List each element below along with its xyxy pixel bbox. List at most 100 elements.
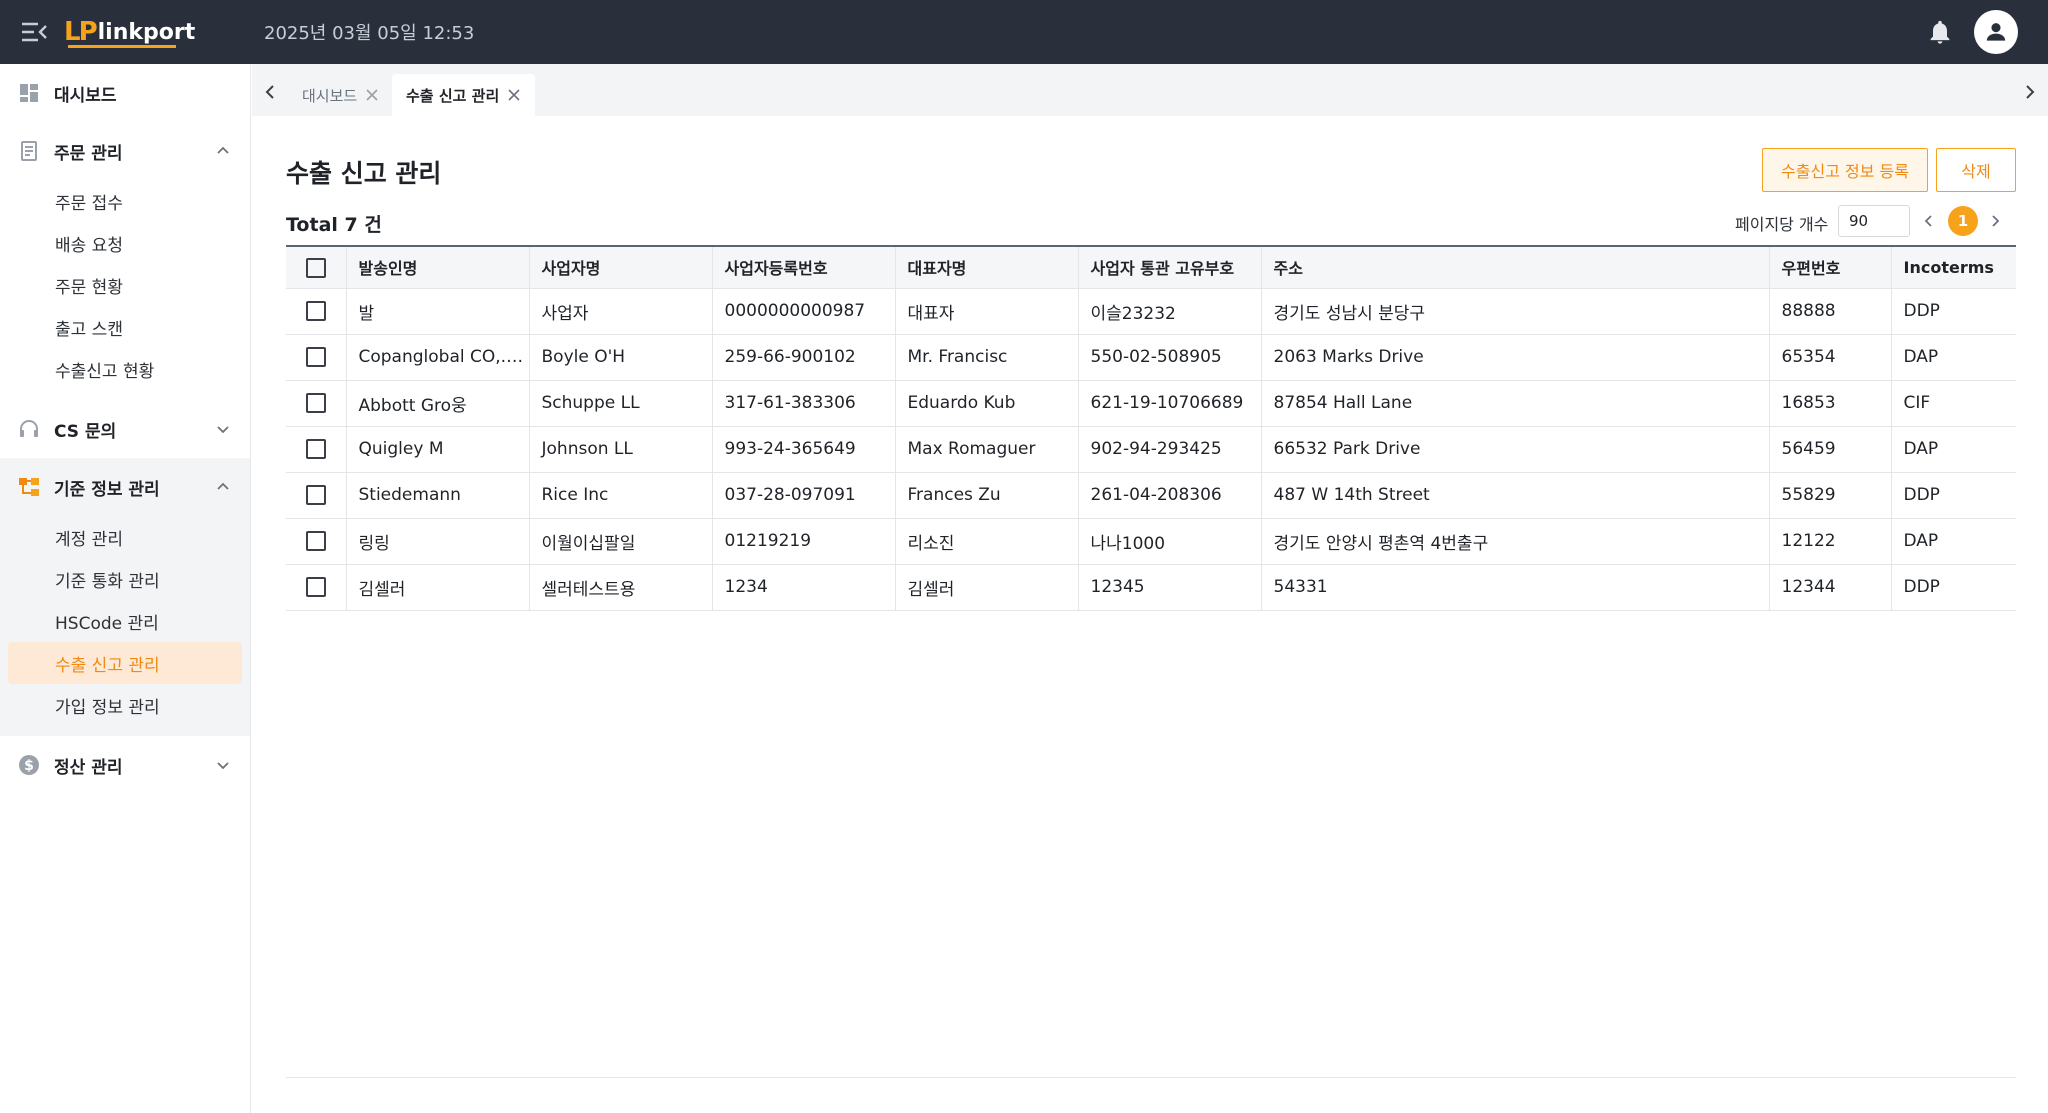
- register-export-declaration-button[interactable]: 수출신고 정보 등록: [1762, 148, 1928, 192]
- sidebar-item-account-management[interactable]: 계정 관리: [8, 516, 242, 558]
- row-checkbox[interactable]: [305, 439, 326, 459]
- sidebar-item-order-receipt[interactable]: 주문 접수: [8, 180, 242, 222]
- chevron-left-icon[interactable]: [1920, 212, 1938, 230]
- sidebar-item-export-declaration-management[interactable]: 수출 신고 관리: [8, 642, 242, 684]
- chevron-up-icon: [217, 146, 229, 154]
- cell-representative: 김셀러: [895, 564, 1079, 610]
- logo-underline: [68, 45, 176, 48]
- cell-representative: 리소진: [895, 518, 1079, 564]
- table-row[interactable]: 발 사업자 0000000000987 대표자 이슬23232 경기도 성남시 분당구 88…: [286, 288, 2016, 334]
- row-checkbox[interactable]: [305, 531, 326, 551]
- export-declaration-table: 발송인명 사업자명 사업자등록번호 대표자명 사업자 통관 고유부호 주소 우편…: [286, 245, 2016, 611]
- cell-business-name: Rice Inc: [529, 472, 713, 518]
- sidebar-item-cs-inquiry[interactable]: CS 문의: [0, 400, 250, 458]
- table-row[interactable]: 김셀러 셀러테스트용 1234 김셀러 12345 54331 12344 DDP: [286, 564, 2016, 610]
- cell-address: 487 W 14th Street: [1261, 472, 1770, 518]
- row-checkbox[interactable]: [305, 577, 326, 597]
- sidebar-item-outbound-scan[interactable]: 출고 스캔: [8, 306, 242, 348]
- total-count: Total 7 건: [286, 214, 382, 236]
- row-checkbox[interactable]: [305, 485, 326, 505]
- sidebar-item-dashboard[interactable]: 대시보드: [0, 64, 250, 122]
- delete-button[interactable]: 삭제: [1936, 148, 2016, 192]
- menu-collapse-icon[interactable]: [20, 18, 48, 46]
- page-size-input[interactable]: 90: [1838, 205, 1910, 237]
- page-number-current[interactable]: 1: [1948, 206, 1978, 236]
- sidebar-item-order-management[interactable]: 주문 관리: [0, 122, 250, 180]
- linkport-logo[interactable]: LP linkport: [64, 14, 195, 50]
- cell-business-reg-number: 317-61-383306: [712, 380, 896, 426]
- select-all-checkbox[interactable]: [305, 257, 326, 278]
- close-icon[interactable]: [365, 88, 379, 102]
- cell-customs-code: 621-19-10706689: [1078, 380, 1262, 426]
- cell-postal-code: 12122: [1769, 518, 1892, 564]
- row-checkbox-cell: [286, 288, 347, 334]
- column-header-sender: 발송인명: [346, 246, 530, 289]
- current-datetime: 2025년 03월 05일 12:53: [264, 23, 475, 44]
- chevron-right-icon[interactable]: [1986, 212, 2004, 230]
- tab-label: 수출 신고 관리: [406, 86, 500, 105]
- table-row[interactable]: Quigley M Johnson LL 993-24-365649 Max Roma…: [286, 426, 2016, 472]
- cell-postal-code: 55829: [1769, 472, 1892, 518]
- cell-business-reg-number: 01219219: [712, 518, 896, 564]
- main-content: 대시보드 수출 신고 관리 수출 신고 관리 수출신고 정보 등록 삭제 Tot…: [252, 64, 2048, 1113]
- column-header-customs-code: 사업자 통관 고유부호: [1078, 246, 1262, 289]
- logo-mark: LP: [64, 17, 98, 47]
- table-row[interactable]: Abbott Gro웅 Schuppe LL 317-61-383306 Eduard…: [286, 380, 2016, 426]
- sidebar-item-export-declaration-status[interactable]: 수출신고 현황: [8, 348, 242, 390]
- cell-business-reg-number: 993-24-365649: [712, 426, 896, 472]
- user-avatar[interactable]: [1974, 10, 2018, 54]
- sidebar-item-signup-info-management[interactable]: 가입 정보 관리: [8, 684, 242, 726]
- cell-postal-code: 16853: [1769, 380, 1892, 426]
- cell-address: 66532 Park Drive: [1261, 426, 1770, 472]
- cell-sender: 발: [346, 288, 530, 334]
- top-bar: LP linkport 2025년 03월 05일 12:53: [0, 0, 2048, 64]
- cell-business-name: Schuppe LL: [529, 380, 713, 426]
- cell-address: 87854 Hall Lane: [1261, 380, 1770, 426]
- sidebar-item-master-data[interactable]: 기준 정보 관리: [0, 458, 250, 516]
- cell-address: 경기도 안양시 평촌역 4번출구: [1261, 518, 1770, 564]
- chevron-down-icon: [217, 426, 229, 434]
- tab-dashboard[interactable]: 대시보드: [288, 74, 393, 116]
- cell-customs-code: 나나1000: [1078, 518, 1262, 564]
- divider: [286, 1077, 2016, 1078]
- cell-incoterms: DAP: [1903, 347, 1939, 367]
- row-checkbox[interactable]: [305, 347, 326, 367]
- column-header-incoterms: Incoterms: [1891, 246, 2016, 289]
- table-row[interactable]: Stiedemann Rice Inc 037-28-097091 Frances Z…: [286, 472, 2016, 518]
- cell-postal-code: 88888: [1769, 288, 1892, 334]
- sidebar-item-delivery-request[interactable]: 배송 요청: [8, 222, 242, 264]
- sidebar-submenu-orders: 주문 접수 배송 요청 주문 현황 출고 스캔 수출신고 현황: [0, 180, 250, 400]
- sidebar-item-hscode-management[interactable]: HSCode 관리: [8, 600, 242, 642]
- sidebar-group-settlement: $ 정산 관리: [0, 736, 250, 794]
- cell-sender: Copanglobal CO,.L...: [346, 334, 530, 380]
- row-checkbox[interactable]: [305, 301, 326, 321]
- cell-incoterms: CIF: [1903, 393, 1931, 413]
- cell-business-name: 셀러테스트용: [529, 564, 713, 610]
- chevron-right-icon[interactable]: [2020, 82, 2040, 102]
- table-row[interactable]: Copanglobal CO,.L... Boyle O'H 259-66-9001…: [286, 334, 2016, 380]
- sidebar-group-cs: CS 문의: [0, 400, 250, 458]
- cell-business-name: 이월이십팔일: [529, 518, 713, 564]
- cell-customs-code: 12345: [1078, 564, 1262, 610]
- sidebar-item-order-status[interactable]: 주문 현황: [8, 264, 242, 306]
- close-icon[interactable]: [507, 88, 521, 102]
- chevron-up-icon: [217, 482, 229, 490]
- row-checkbox[interactable]: [305, 393, 326, 413]
- sidebar-item-settlement[interactable]: $ 정산 관리: [0, 736, 250, 794]
- table-row[interactable]: 링링 이월이십팔일 01219219 리소진 나나1000 경기도 안양시 평촌역 4번출…: [286, 518, 2016, 564]
- row-checkbox-cell: [286, 426, 347, 472]
- document-icon: [18, 140, 40, 162]
- cell-representative: Mr. Francisc: [895, 334, 1079, 380]
- page-title: 수출 신고 관리: [286, 159, 442, 188]
- select-all-checkbox-cell: [286, 246, 347, 289]
- chevron-left-icon[interactable]: [260, 82, 280, 102]
- row-checkbox-cell: [286, 334, 347, 380]
- logo-text: linkport: [97, 19, 196, 45]
- sidebar-item-currency-management[interactable]: 기준 통화 관리: [8, 558, 242, 600]
- sidebar-item-label: 기준 정보 관리: [54, 479, 160, 500]
- cell-representative: 대표자: [895, 288, 1079, 334]
- cell-incoterms: DDP: [1903, 485, 1940, 505]
- tab-export-declaration-management[interactable]: 수출 신고 관리: [392, 74, 536, 116]
- cell-representative: Eduardo Kub: [895, 380, 1079, 426]
- bell-icon[interactable]: [1926, 18, 1954, 46]
